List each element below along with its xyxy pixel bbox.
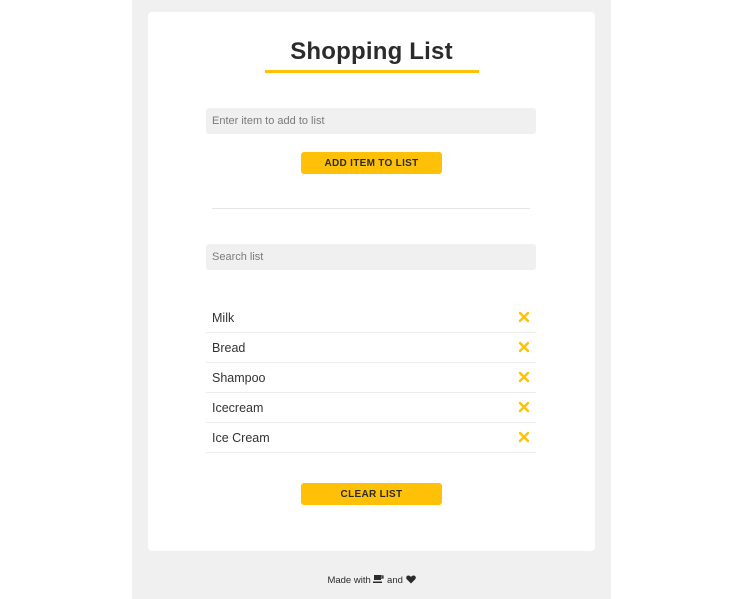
footer: Made with and — [132, 574, 611, 586]
coffee-icon — [373, 575, 385, 583]
shopping-list-card: Shopping List ADD ITEM TO LIST Milk Brea… — [148, 12, 595, 551]
list-item: Shampoo — [206, 363, 536, 393]
list-item: Ice Cream — [206, 423, 536, 453]
list-item-label: Ice Cream — [212, 431, 270, 445]
list-item: Milk — [206, 303, 536, 333]
add-item-input[interactable] — [206, 108, 536, 134]
clear-list-button[interactable]: CLEAR LIST — [301, 483, 442, 505]
footer-and: and — [387, 575, 403, 586]
list-item: Bread — [206, 333, 536, 363]
close-icon[interactable] — [518, 431, 530, 443]
close-icon[interactable] — [518, 371, 530, 383]
divider — [212, 208, 530, 209]
list-item-label: Icecream — [212, 401, 264, 415]
heart-icon — [405, 575, 416, 584]
footer-made-with: Made with — [327, 575, 371, 586]
title-underline — [265, 70, 479, 73]
close-icon[interactable] — [518, 401, 530, 413]
close-icon[interactable] — [518, 311, 530, 323]
shopping-list: Milk Bread Shampoo Icecream Ice Cream — [206, 303, 536, 453]
add-item-button[interactable]: ADD ITEM TO LIST — [301, 152, 442, 174]
search-input[interactable] — [206, 244, 536, 270]
page-title: Shopping List — [290, 38, 453, 65]
list-item: Icecream — [206, 393, 536, 423]
close-icon[interactable] — [518, 341, 530, 353]
list-item-label: Shampoo — [212, 371, 266, 385]
list-item-label: Bread — [212, 341, 246, 355]
list-item-label: Milk — [212, 311, 235, 325]
